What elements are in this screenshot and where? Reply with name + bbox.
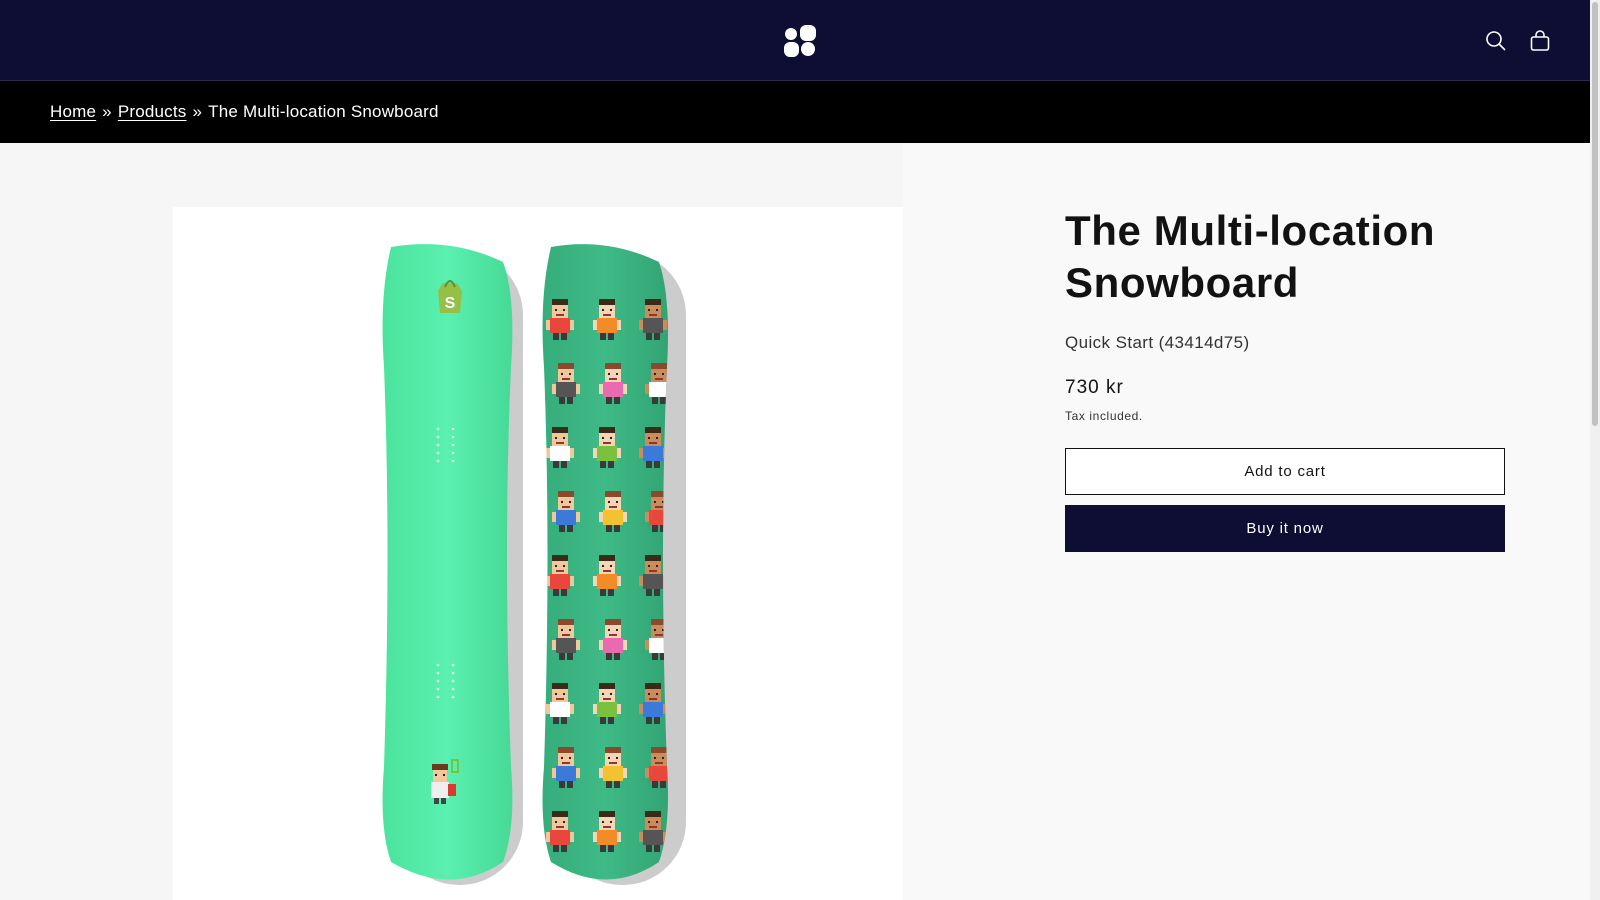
product-price: 730 kr xyxy=(1065,377,1124,398)
product-title: The Multi-location Snowboard xyxy=(1065,207,1436,306)
product-info: The Multi-location Snowboard Quick Start… xyxy=(1065,205,1505,552)
product-image[interactable]: S xyxy=(173,207,903,900)
scrollbar-thumb[interactable] xyxy=(1592,2,1598,426)
breadcrumb-separator: » xyxy=(102,102,112,121)
page-scrollbar[interactable] xyxy=(1590,0,1600,900)
breadcrumb-products-link[interactable]: Products xyxy=(118,102,187,121)
buy-it-now-button[interactable]: Buy it now xyxy=(1065,505,1505,552)
tax-note: Tax included. xyxy=(1065,409,1143,423)
breadcrumb: Home » Products » The Multi-location Snowboa… xyxy=(0,81,1600,143)
breadcrumb-separator: » xyxy=(192,102,203,121)
svg-text:S: S xyxy=(445,295,456,312)
breadcrumb-home-link[interactable]: Home xyxy=(50,102,96,121)
shop-logo-icon[interactable] xyxy=(783,25,817,58)
search-icon[interactable] xyxy=(1483,28,1509,54)
add-to-cart-button[interactable]: Add to cart xyxy=(1065,448,1505,495)
product-vendor: Quick Start (43414d75) xyxy=(1065,333,1250,352)
site-header xyxy=(0,0,1600,81)
breadcrumb-current: The Multi-location Snowboard xyxy=(208,102,439,121)
cart-icon[interactable] xyxy=(1527,28,1553,54)
